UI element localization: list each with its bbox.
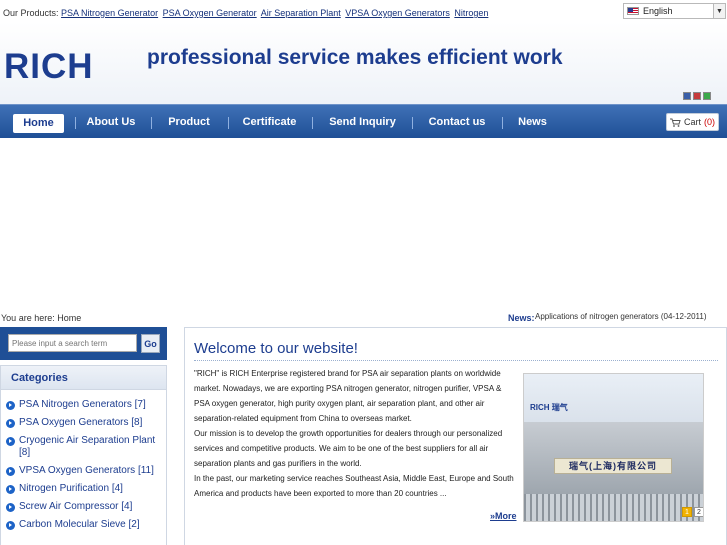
nav-separator bbox=[75, 117, 76, 129]
category-label: Carbon Molecular Sieve [2] bbox=[19, 519, 140, 530]
category-label: Nitrogen Purification [4] bbox=[19, 483, 123, 494]
language-value: English bbox=[643, 6, 673, 16]
categories-title: Categories bbox=[1, 366, 166, 390]
nav-send-inquiry[interactable]: Send Inquiry bbox=[324, 113, 401, 133]
arrow-bullet-icon bbox=[6, 419, 15, 428]
category-carbon-molecular-sieve[interactable]: Carbon Molecular Sieve [2] bbox=[1, 519, 166, 531]
welcome-title: Welcome to our website! bbox=[194, 340, 358, 357]
news-label: News: bbox=[508, 313, 535, 323]
theme-blue-button[interactable] bbox=[683, 92, 691, 100]
cart-label: Cart bbox=[683, 117, 701, 127]
header: RICH professional service makes efficien… bbox=[0, 22, 727, 104]
photo-building-logo: RICH 瑞气 bbox=[530, 403, 568, 412]
nav-contact-us[interactable]: Contact us bbox=[423, 113, 491, 133]
arrow-bullet-icon bbox=[6, 467, 15, 476]
company-photo-slideshow[interactable]: RICH 瑞气 瑞气(上海)有限公司 1 2 bbox=[523, 373, 704, 522]
search-go-button[interactable]: Go bbox=[141, 334, 160, 353]
welcome-panel: Welcome to our website! "RICH" is RICH E… bbox=[184, 327, 727, 545]
category-screw-air-compressor[interactable]: Screw Air Compressor [4] bbox=[1, 501, 166, 513]
arrow-bullet-icon bbox=[6, 503, 15, 512]
our-products-bar: Our Products: PSA Nitrogen Generator PSA… bbox=[3, 8, 490, 18]
search-box: Go bbox=[0, 327, 167, 360]
welcome-paragraph: "RICH" is RICH Enterprise registered bra… bbox=[194, 369, 502, 423]
cart-icon bbox=[669, 118, 681, 127]
nav-product[interactable]: Product bbox=[162, 113, 216, 133]
arrow-bullet-icon bbox=[6, 485, 15, 494]
slogan: professional service makes efficient wor… bbox=[147, 46, 563, 69]
photo-gate bbox=[524, 494, 703, 521]
product-link-psa-nitrogen[interactable]: PSA Nitrogen Generator bbox=[61, 8, 158, 18]
category-label: PSA Oxygen Generators [8] bbox=[19, 417, 143, 428]
nav-separator bbox=[228, 117, 229, 129]
more-link[interactable]: »More bbox=[490, 511, 517, 521]
welcome-paragraph: In the past, our marketing service reach… bbox=[194, 474, 514, 498]
categories-list: PSA Nitrogen Generators [7] PSA Oxygen G… bbox=[1, 390, 166, 531]
product-link-psa-oxygen[interactable]: PSA Oxygen Generator bbox=[163, 8, 257, 18]
our-products-label: Our Products: bbox=[3, 8, 59, 18]
category-nitrogen-purification[interactable]: Nitrogen Purification [4] bbox=[1, 483, 166, 495]
category-label: VPSA Oxygen Generators [11] bbox=[19, 465, 154, 476]
arrow-bullet-icon bbox=[6, 437, 15, 446]
categories-panel: Categories PSA Nitrogen Generators [7] P… bbox=[0, 365, 167, 545]
chevron-down-icon[interactable]: ▼ bbox=[713, 4, 725, 18]
category-label: Cryogenic Air Separation Plant [8] bbox=[19, 435, 156, 458]
category-vpsa-oxygen[interactable]: VPSA Oxygen Generators [11] bbox=[1, 465, 166, 477]
nav-separator bbox=[412, 117, 413, 129]
search-input[interactable] bbox=[8, 334, 137, 352]
nav-home[interactable]: Home bbox=[13, 114, 64, 133]
theme-green-button[interactable] bbox=[703, 92, 711, 100]
product-link-vpsa-oxygen[interactable]: VPSA Oxygen Generators bbox=[345, 8, 450, 18]
slide-pager: 1 2 bbox=[682, 507, 703, 517]
top-bar: Our Products: PSA Nitrogen Generator PSA… bbox=[0, 0, 727, 22]
color-theme-switcher bbox=[683, 92, 711, 100]
arrow-bullet-icon bbox=[6, 401, 15, 410]
arrow-bullet-icon bbox=[6, 521, 15, 530]
nav-separator bbox=[502, 117, 503, 129]
category-cryogenic-air-separation[interactable]: Cryogenic Air Separation Plant [8] bbox=[1, 435, 166, 459]
logo[interactable]: RICH bbox=[4, 47, 94, 87]
slide-button-2[interactable]: 2 bbox=[694, 507, 703, 517]
photo-company-sign: 瑞气(上海)有限公司 bbox=[554, 458, 672, 474]
nav-certificate[interactable]: Certificate bbox=[238, 113, 301, 133]
category-label: Screw Air Compressor [4] bbox=[19, 501, 133, 512]
cart-count: (0) bbox=[704, 117, 715, 127]
title-divider bbox=[194, 360, 718, 361]
language-select[interactable]: English ▼ bbox=[623, 3, 726, 19]
nav-news[interactable]: News bbox=[514, 113, 551, 133]
nav-separator bbox=[151, 117, 152, 129]
us-flag-icon bbox=[627, 7, 639, 15]
category-psa-oxygen[interactable]: PSA Oxygen Generators [8] bbox=[1, 417, 166, 429]
nav-separator bbox=[312, 117, 313, 129]
product-link-air-separation[interactable]: Air Separation Plant bbox=[261, 8, 341, 18]
welcome-text: "RICH" is RICH Enterprise registered bra… bbox=[194, 366, 514, 501]
cart-button[interactable]: Cart (0) bbox=[666, 113, 719, 131]
slide-button-1[interactable]: 1 bbox=[682, 507, 692, 517]
breadcrumb: You are here: Home bbox=[1, 313, 82, 323]
welcome-paragraph: Our mission is to develop the growth opp… bbox=[194, 429, 503, 468]
main-nav: Home About Us Product Certificate Send I… bbox=[0, 104, 727, 138]
theme-red-button[interactable] bbox=[693, 92, 701, 100]
category-psa-nitrogen[interactable]: PSA Nitrogen Generators [7] bbox=[1, 399, 166, 411]
category-label: PSA Nitrogen Generators [7] bbox=[19, 399, 146, 410]
product-link-nitrogen[interactable]: Nitrogen bbox=[454, 8, 488, 18]
news-ticker-item[interactable]: Applications of nitrogen generators (04-… bbox=[535, 312, 707, 321]
nav-about-us[interactable]: About Us bbox=[82, 113, 140, 133]
